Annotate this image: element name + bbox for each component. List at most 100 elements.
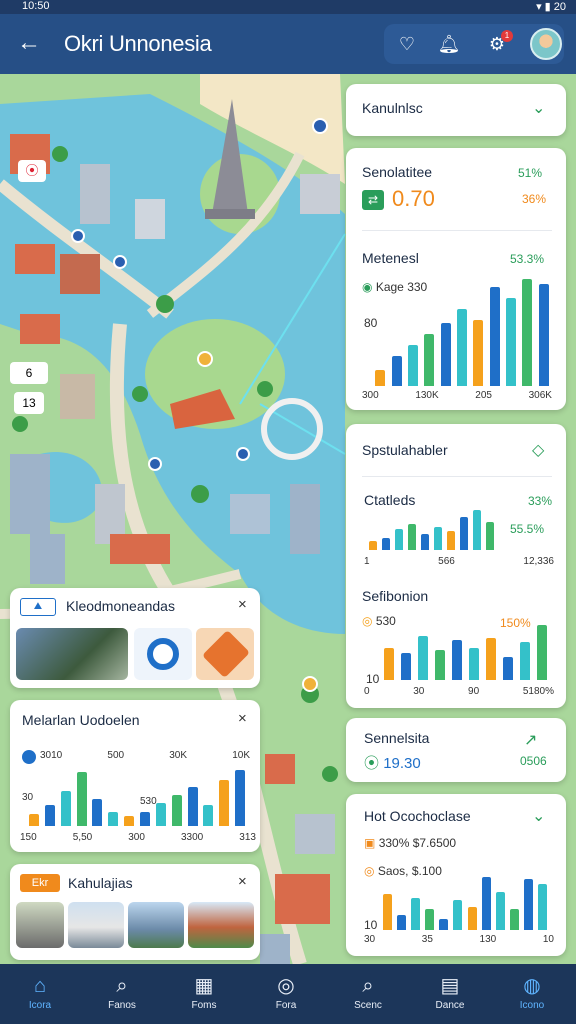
tick-label: 30 xyxy=(413,686,425,697)
tick-label: 30K xyxy=(169,750,188,761)
card-melarlan[interactable]: Melarlan Uodoelen × 3010 500 30K 10K 30 530… xyxy=(10,700,260,852)
close-icon[interactable]: × xyxy=(238,710,247,727)
chart-bar xyxy=(400,652,411,680)
sub-pct: 53.3% xyxy=(510,252,545,266)
chart-bar xyxy=(433,526,442,550)
tick-label: 10K xyxy=(232,750,250,761)
diamond-icon[interactable]: ◇ xyxy=(532,440,544,460)
line-1: ▣ 330% $7.6500 xyxy=(364,836,457,850)
card-hot-ocochoclase[interactable]: Hot Ocochoclase ⌄ ▣ 330% $7.6500 ◎ Saos,… xyxy=(346,794,566,956)
card-title: Sennelsita xyxy=(364,730,430,746)
tick-label: 30 xyxy=(364,934,376,945)
nav-item-icora[interactable]: ⌂ Icora xyxy=(8,964,72,1024)
photo-thumbnail[interactable] xyxy=(188,902,254,948)
chart-bar xyxy=(481,877,491,930)
nav-item-fanos[interactable]: ⌕ Fanos xyxy=(90,964,154,1024)
tick-label: 306K xyxy=(528,390,552,401)
tick-label: 566 xyxy=(438,556,455,567)
nav-label: Icono xyxy=(519,1000,545,1011)
tag-icon: ⛰ xyxy=(20,598,56,616)
chart-bar xyxy=(538,284,549,386)
bell-icon[interactable]: 🔔︎ xyxy=(436,31,462,57)
chart-bar xyxy=(457,309,467,386)
divider xyxy=(362,476,552,477)
nav-item-icono[interactable]: ◍ Icono xyxy=(500,964,564,1024)
sub2-title: Sefibonion xyxy=(362,588,429,604)
back-button[interactable]: ← xyxy=(14,28,44,58)
chart-bar xyxy=(187,786,198,826)
tick-label: 300 xyxy=(128,832,145,843)
app-header: ← Okri Unnonesia ♡ 🔔︎ ⚙ 1 xyxy=(0,14,576,74)
chart-bar xyxy=(235,770,246,826)
map-marker-icon[interactable]: ⦿ xyxy=(18,160,46,182)
chart-bar xyxy=(92,799,103,826)
notification-badge: 1 xyxy=(501,30,513,42)
nav-label: Foms xyxy=(191,1000,217,1011)
chart-thumbnail[interactable] xyxy=(134,628,192,680)
card-sennelsita[interactable]: Sennelsita ⦿ 19.30 ↗ 0506 xyxy=(346,718,566,782)
nav-label: Fanos xyxy=(108,1000,136,1011)
chart-bar xyxy=(522,278,533,386)
divider xyxy=(362,230,552,231)
bar-chart xyxy=(380,622,550,680)
nav-item-dance[interactable]: ▤ Dance xyxy=(418,964,482,1024)
chart-bar xyxy=(502,656,513,680)
map-label-b[interactable]: 13 xyxy=(14,392,44,414)
chart-bar xyxy=(124,815,135,826)
chart-bar xyxy=(407,344,418,386)
nav-item-foms[interactable]: ▦ Foms xyxy=(172,964,236,1024)
tick-label: 130 xyxy=(479,934,497,945)
chart-bar xyxy=(489,287,500,386)
avatar[interactable] xyxy=(530,28,562,60)
tick-label: 10 xyxy=(542,934,554,945)
chart-bar xyxy=(440,322,451,386)
tick-label: 130K xyxy=(415,390,439,401)
nav-item-fora[interactable]: ◎ Fora xyxy=(254,964,318,1024)
tag-thumbnail[interactable] xyxy=(196,628,254,680)
card-title: Kleodmoneandas xyxy=(66,598,175,614)
chevron-icon[interactable]: ⌄ xyxy=(532,806,545,826)
chevron-icon[interactable]: ⌄ xyxy=(532,98,545,118)
photo-thumbnail[interactable] xyxy=(16,902,64,948)
close-icon[interactable]: × xyxy=(238,596,247,613)
sub2-y: 10 xyxy=(366,672,380,686)
tick-label: 313 xyxy=(239,832,256,843)
card-title: Melarlan Uodoelen xyxy=(22,712,140,728)
bar-chart xyxy=(380,872,550,930)
nav-label: Dance xyxy=(435,1000,465,1011)
photo-thumbnail[interactable] xyxy=(68,902,124,948)
chart-bar xyxy=(391,355,402,386)
tag-label: Ekr xyxy=(20,874,60,892)
pct-1: 51% xyxy=(518,166,543,180)
chart-bar xyxy=(439,919,449,930)
chart-bar xyxy=(485,637,496,680)
card-kanulnlsc[interactable]: Kanulnlsc ⌄ xyxy=(346,84,566,136)
card-senolatitee[interactable]: Senolatitee 51% ⇄ 0.70 36% Metenesl 53.3… xyxy=(346,148,566,410)
chart-bar xyxy=(510,908,520,930)
map-label-a[interactable]: 6 xyxy=(10,362,48,384)
chart-bar xyxy=(60,790,71,826)
card-kleodmoneandas[interactable]: ⛰ Kleodmoneandas × xyxy=(10,588,260,688)
tick-label: 12,336 xyxy=(523,556,554,567)
heart-icon[interactable]: ♡ xyxy=(394,31,420,57)
chart-bar xyxy=(368,540,377,550)
trend-up-icon: ↗ xyxy=(524,732,538,749)
chart-bar xyxy=(446,531,455,550)
close-icon[interactable]: × xyxy=(238,873,247,890)
chart-bar xyxy=(434,650,445,680)
card-kahulajias[interactable]: Ekr Kahulajias × xyxy=(10,864,260,960)
chart-bar xyxy=(451,639,462,680)
chart-bar xyxy=(468,648,479,680)
card-spstulahabler[interactable]: Spstulahabler ◇ Ctatleds 33% 55.5% 1 566 1… xyxy=(346,424,566,708)
pct-1: 33% xyxy=(528,494,553,508)
chart-bar xyxy=(506,298,517,386)
chart-bar xyxy=(394,529,403,550)
photo-thumbnail[interactable] xyxy=(128,902,184,948)
chart-bar xyxy=(420,533,429,550)
chart-bar xyxy=(407,524,416,550)
search-icon: ⌕ xyxy=(116,975,128,997)
chart-bar xyxy=(417,635,428,680)
photo-thumbnail[interactable] xyxy=(16,628,128,680)
nav-item-scenc[interactable]: ⌕ Scenc xyxy=(336,964,400,1024)
main-value: 0.70 xyxy=(392,186,435,211)
